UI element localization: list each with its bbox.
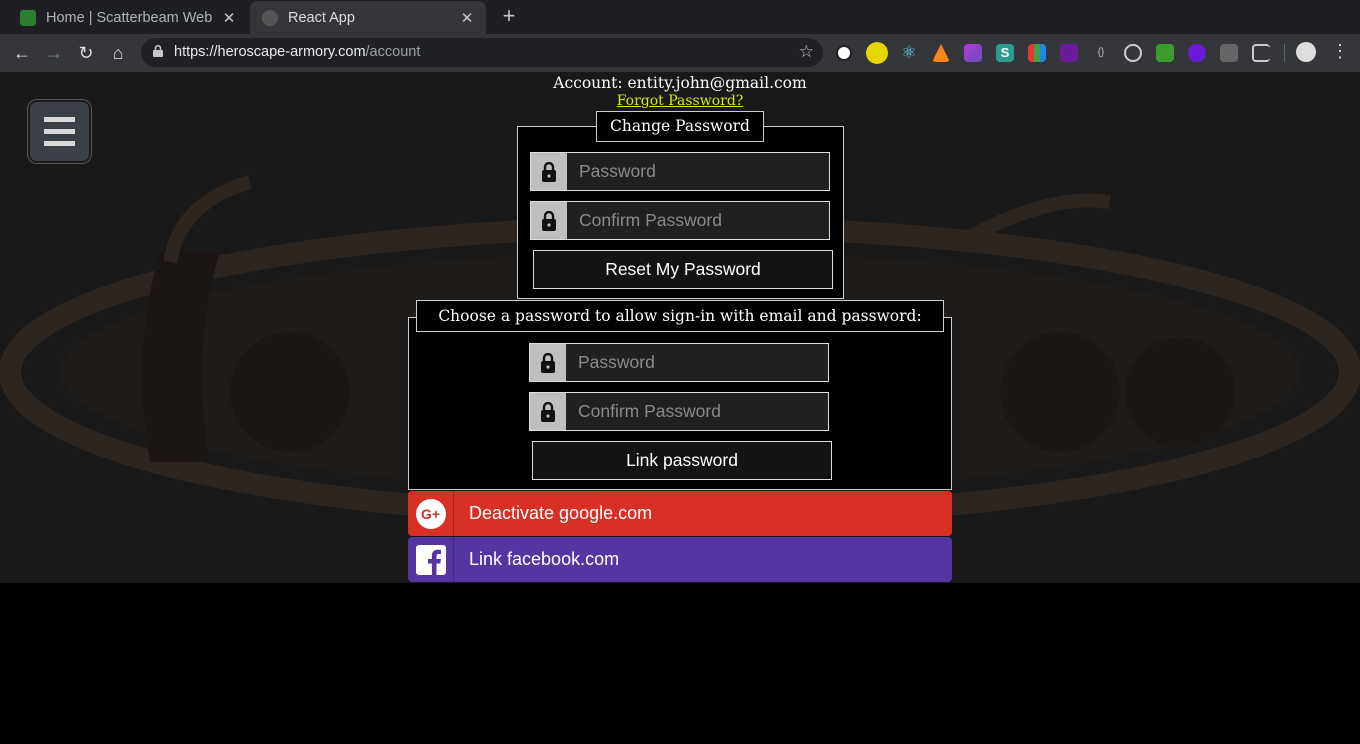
deactivate-google-button[interactable]: G+ Deactivate google.com bbox=[408, 491, 952, 536]
toolbar-divider bbox=[1284, 44, 1285, 62]
link-facebook-label: Link facebook.com bbox=[469, 549, 620, 569]
extension-grid-icon[interactable] bbox=[1028, 44, 1046, 62]
target-extension-icon[interactable] bbox=[1124, 44, 1142, 62]
google-plus-icon: G+ bbox=[408, 491, 454, 536]
lock-icon bbox=[153, 45, 163, 57]
tab-react-app[interactable]: React App ✕ bbox=[250, 1, 486, 34]
password-input[interactable] bbox=[567, 153, 829, 190]
link-confirm-password-field bbox=[529, 392, 829, 431]
react-devtools-icon[interactable]: ⚛ bbox=[900, 44, 918, 62]
link-facebook-button[interactable]: Link facebook.com bbox=[408, 537, 952, 582]
change-password-field bbox=[530, 152, 830, 191]
new-tab-icon[interactable]: + bbox=[497, 5, 521, 29]
account-email-heading: Account: entity.john@gmail.com bbox=[553, 74, 807, 92]
deactivate-google-label: Deactivate google.com bbox=[469, 503, 653, 523]
reset-password-button[interactable]: Reset My Password bbox=[533, 250, 833, 289]
lock-icon bbox=[530, 344, 566, 381]
change-confirm-password-field bbox=[530, 201, 830, 240]
star-icon[interactable]: ☆ bbox=[799, 42, 814, 62]
tab-title: Home | Scatterbeam Web bbox=[46, 9, 213, 26]
facebook-icon bbox=[408, 537, 454, 582]
url-text: https://heroscape-armory.com/account bbox=[174, 44, 420, 60]
forgot-password-link-text[interactable]: Forgot Password? bbox=[617, 93, 744, 109]
close-tab-icon[interactable]: ✕ bbox=[220, 9, 238, 27]
extension-purple-icon[interactable] bbox=[1060, 44, 1078, 62]
link-password-field bbox=[529, 343, 829, 382]
url-host: https://heroscape-armory.com bbox=[174, 44, 366, 60]
menu-bar bbox=[44, 117, 75, 122]
tab-scatterbeam[interactable]: Home | Scatterbeam Web ✕ bbox=[8, 1, 248, 34]
tab-title: React App bbox=[288, 9, 355, 26]
menu-bar bbox=[44, 141, 75, 146]
dark-mode-extension-icon[interactable] bbox=[836, 45, 852, 61]
password-input[interactable] bbox=[566, 344, 828, 381]
react-favicon-icon bbox=[262, 9, 278, 26]
browser-menu-icon[interactable]: ⋮ bbox=[1331, 41, 1349, 62]
extension-copy-icon[interactable] bbox=[1220, 44, 1238, 62]
lock-icon bbox=[531, 202, 567, 239]
back-icon[interactable]: ← bbox=[11, 42, 33, 64]
lock-icon bbox=[531, 153, 567, 190]
link-password-button[interactable]: Link password bbox=[532, 441, 832, 480]
link-password-legend: Choose a password to allow sign-in with … bbox=[416, 300, 944, 332]
json-extension-icon[interactable]: {​} bbox=[1092, 44, 1110, 62]
svg-text:G+: G+ bbox=[421, 506, 440, 522]
forward-icon[interactable]: → bbox=[43, 42, 65, 64]
extension-s-icon[interactable]: S bbox=[996, 44, 1014, 62]
address-bar[interactable]: https://heroscape-armory.com/account ☆ bbox=[141, 38, 823, 67]
lock-icon bbox=[530, 393, 566, 430]
close-tab-icon[interactable]: ✕ bbox=[458, 9, 476, 27]
reload-icon[interactable]: ↻ bbox=[75, 42, 97, 64]
confirm-password-input[interactable] bbox=[567, 202, 829, 239]
color-picker-icon[interactable] bbox=[964, 44, 982, 62]
url-path: /account bbox=[365, 44, 421, 60]
profile-avatar-icon[interactable] bbox=[1296, 42, 1316, 62]
confirm-password-input[interactable] bbox=[566, 393, 828, 430]
browser-tab-bar: Home | Scatterbeam Web ✕ React App ✕ + bbox=[0, 0, 1360, 34]
hamburger-menu-button[interactable] bbox=[28, 100, 91, 163]
menu-bar bbox=[44, 129, 75, 134]
extension-yellow-icon[interactable] bbox=[866, 42, 888, 64]
forgot-password-link: Forgot Password? bbox=[0, 93, 1360, 109]
change-password-legend: Change Password bbox=[596, 111, 764, 142]
metamask-icon[interactable] bbox=[932, 44, 950, 62]
browser-toolbar: ← → ↻ ⌂ https://heroscape-armory.com/acc… bbox=[0, 34, 1360, 72]
page-body: Account: entity.john@gmail.com Forgot Pa… bbox=[0, 72, 1360, 583]
cors-extension-icon[interactable] bbox=[1156, 44, 1174, 62]
home-icon[interactable]: ⌂ bbox=[107, 42, 129, 64]
extension-bracket-icon[interactable] bbox=[1252, 44, 1270, 62]
scatterbeam-favicon-icon bbox=[20, 9, 36, 26]
extension-r-icon[interactable] bbox=[1188, 44, 1206, 62]
